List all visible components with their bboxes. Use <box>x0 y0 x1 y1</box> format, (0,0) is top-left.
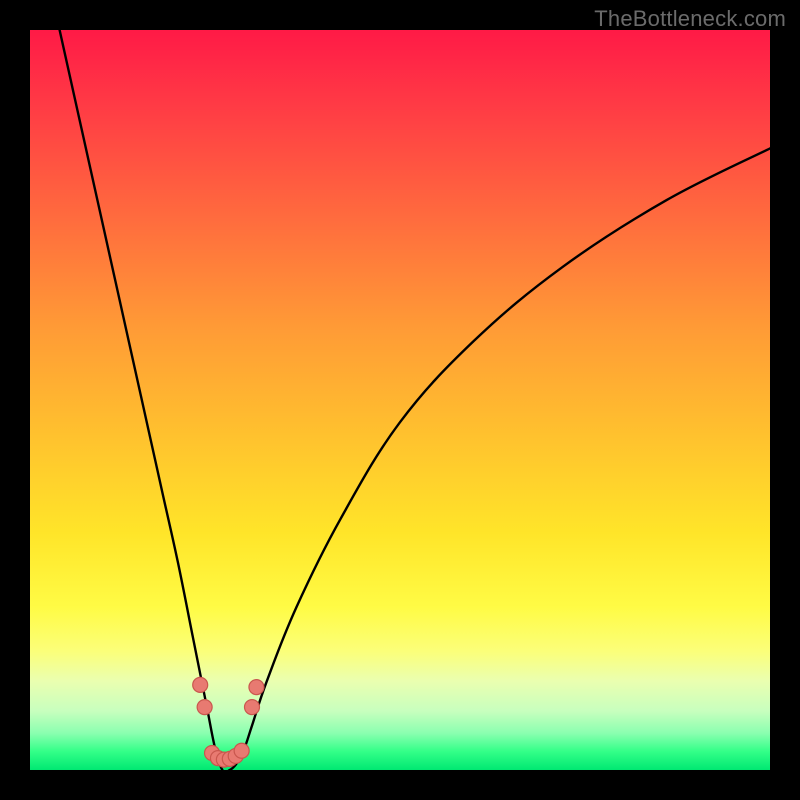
watermark-text: TheBottleneck.com <box>594 6 786 32</box>
curve-marker <box>234 743 249 758</box>
bottleneck-curve <box>60 30 770 770</box>
curve-marker <box>249 680 264 695</box>
curve-layer <box>30 30 770 770</box>
curve-marker <box>245 700 260 715</box>
curve-marker <box>197 700 212 715</box>
plot-area <box>30 30 770 770</box>
chart-frame: TheBottleneck.com <box>0 0 800 800</box>
curve-marker <box>193 677 208 692</box>
